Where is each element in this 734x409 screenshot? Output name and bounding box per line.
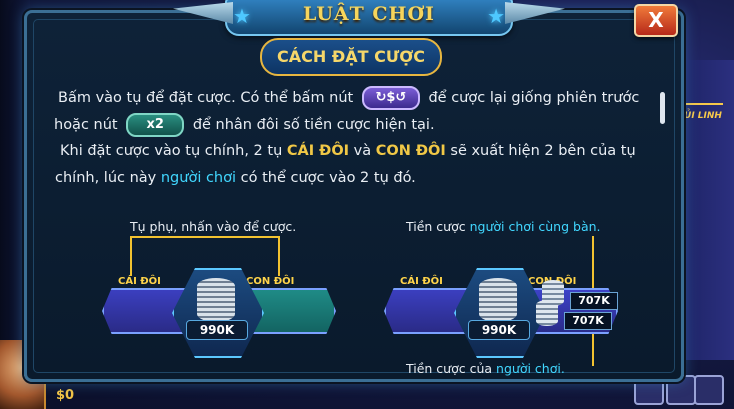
side-badge: ỦI LINH <box>683 103 723 129</box>
text: chính, lúc này <box>55 170 157 186</box>
right-diagram-note-top: Tiền cược người chơi cùng bàn. <box>406 219 601 234</box>
right-table-diagram: CÁI ĐÔI CON ĐÔI 990K 707K 707K <box>384 268 618 358</box>
dialog-header: ★ ★ LUẬT CHƠI <box>173 0 565 36</box>
help-icon[interactable] <box>694 375 724 405</box>
text: Tiền cược <box>406 219 466 234</box>
text: có thể cược vào 2 tụ đó. <box>240 170 416 186</box>
text: và <box>353 143 372 159</box>
bet-amount: 990K <box>468 320 530 340</box>
chip-stack-icon <box>197 278 235 322</box>
text: để nhân đôi số tiền cược hiện tại. <box>192 117 435 133</box>
rules-line-1: Bấm vào tụ để đặt cược. Có thể bấm nút ↻… <box>58 86 639 110</box>
text: sẽ xuất hiện 2 bên của tụ <box>450 143 636 159</box>
text: Bấm vào tụ để đặt cược. Có thể bấm nút <box>58 90 354 106</box>
left-table-diagram: CÁI ĐÔI CON ĐÔI 990K <box>102 268 336 358</box>
scrollbar-thumb[interactable] <box>660 92 665 124</box>
con-doi-tag: CON ĐÔI <box>246 276 295 287</box>
text: Tiền cược của <box>406 361 493 376</box>
table-bet-tag: 707K <box>564 312 612 330</box>
double-bet-button[interactable]: x2 <box>126 113 185 137</box>
player-highlight: người chơi <box>160 170 237 186</box>
player-balance: $0 <box>56 388 75 403</box>
chip-stack-icon <box>536 300 558 326</box>
left-diagram-note: Tụ phụ, nhấn vào để cược. <box>130 219 296 234</box>
text: người chơi. <box>496 361 565 376</box>
rules-line-4: chính, lúc này người chơi có thể cược và… <box>55 170 416 186</box>
con-doi-label: CON ĐÔI <box>375 143 446 159</box>
bet-amount: 990K <box>186 320 248 340</box>
cai-doi-tag: CÁI ĐÔI <box>400 276 443 287</box>
rules-line-3: Khi đặt cược vào tụ chính, 2 tụ CÁI ĐÔI … <box>60 143 636 159</box>
rules-line-2: hoặc nút x2 để nhân đôi số tiền cược hiệ… <box>54 113 435 137</box>
cai-doi-tag: CÁI ĐÔI <box>118 276 161 287</box>
dialog-title: LUẬT CHƠI <box>303 3 435 25</box>
text: người chơi cùng bàn. <box>469 219 601 234</box>
repeat-bet-button[interactable]: ↻$↺ <box>361 86 420 110</box>
cai-doi-label: CÁI ĐÔI <box>286 143 350 159</box>
pointer-line <box>130 236 280 238</box>
table-bet-tag: 707K <box>570 292 618 310</box>
section-title: CÁCH ĐẶT CƯỢC <box>260 38 442 76</box>
right-diagram-note-bottom: Tiền cược của người chơi. <box>406 361 565 376</box>
pointer-line <box>130 236 132 276</box>
chip-stack-icon <box>479 278 517 322</box>
text: Khi đặt cược vào tụ chính, 2 tụ <box>60 143 283 159</box>
pointer-line <box>278 236 280 276</box>
close-button[interactable]: X <box>634 4 678 37</box>
text: Tụ phụ, nhấn vào để cược. <box>130 219 297 234</box>
text: hoặc nút <box>54 117 118 133</box>
text: để cược lại giống phiên trước <box>428 90 640 106</box>
